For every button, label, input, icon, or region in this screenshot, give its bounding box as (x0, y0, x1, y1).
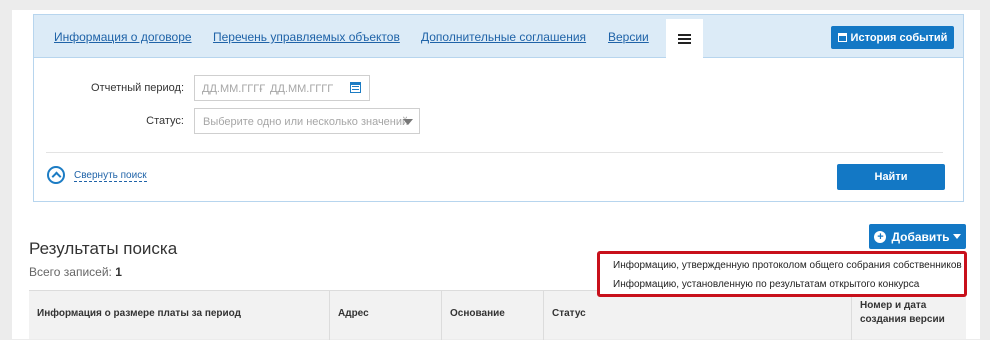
tab-managed-objects[interactable]: Перечень управляемых объектов (213, 30, 400, 44)
collapse-search-link[interactable]: Свернуть поиск (74, 170, 147, 182)
calendar-icon[interactable] (350, 82, 361, 93)
add-button[interactable]: + Добавить (869, 224, 966, 249)
date-to-placeholder: ДД.ММ.ГГГГ (270, 83, 334, 95)
results-table-header: Информация о размере платы за период Адр… (29, 290, 966, 340)
column-header-status[interactable]: Статус (543, 291, 851, 340)
tab-versions[interactable]: Версии (608, 30, 649, 44)
total-label: Всего записей: (29, 265, 112, 279)
column-header-address[interactable]: Адрес (329, 291, 441, 340)
divider (46, 152, 943, 153)
status-label: Статус: (146, 115, 184, 127)
find-button[interactable]: Найти (837, 164, 945, 190)
column-header-basis[interactable]: Основание (441, 291, 543, 340)
period-date-range-input[interactable]: ДД.ММ.ГГГГ - ДД.ММ.ГГГГ (194, 75, 370, 101)
column-header-version[interactable]: Номер и дата создания версии (851, 291, 966, 340)
total-value: 1 (115, 265, 122, 279)
tab-additional-agreements[interactable]: Дополнительные соглашения (421, 30, 586, 44)
date-separator: - (259, 83, 263, 95)
hamburger-icon (678, 34, 691, 36)
history-button-label: История событий (850, 31, 948, 44)
history-button[interactable]: История событий (831, 26, 954, 49)
status-multiselect[interactable]: Выберите одно или несколько значений (194, 108, 420, 134)
period-label: Отчетный период: (91, 82, 184, 94)
plus-circle-icon: + (874, 230, 887, 243)
add-button-label: Добавить (891, 229, 950, 244)
contract-card: Информация о договоре Перечень управляем… (33, 14, 964, 202)
add-dropdown-menu: Информацию, утвержденную протоколом обще… (597, 251, 967, 297)
tab-more-menu[interactable] (666, 19, 703, 58)
column-header-payment-info[interactable]: Информация о размере платы за период (29, 291, 329, 340)
menu-item-meeting-protocol[interactable]: Информацию, утвержденную протоколом обще… (613, 260, 962, 271)
results-title: Результаты поиска (29, 239, 178, 258)
caret-down-icon (952, 234, 961, 239)
collapse-up-icon[interactable] (47, 166, 65, 184)
date-from-placeholder: ДД.ММ.ГГГГ (202, 83, 266, 95)
tab-contract-info[interactable]: Информация о договоре (54, 30, 192, 44)
tab-bar: Информация о договоре Перечень управляем… (34, 15, 963, 58)
total-records: Всего записей: 1 (29, 265, 122, 279)
status-placeholder: Выберите одно или несколько значений (203, 116, 409, 128)
menu-item-open-tender[interactable]: Информацию, установленную по результатам… (613, 279, 919, 290)
chevron-down-icon (403, 119, 413, 125)
calendar-icon (837, 33, 847, 42)
